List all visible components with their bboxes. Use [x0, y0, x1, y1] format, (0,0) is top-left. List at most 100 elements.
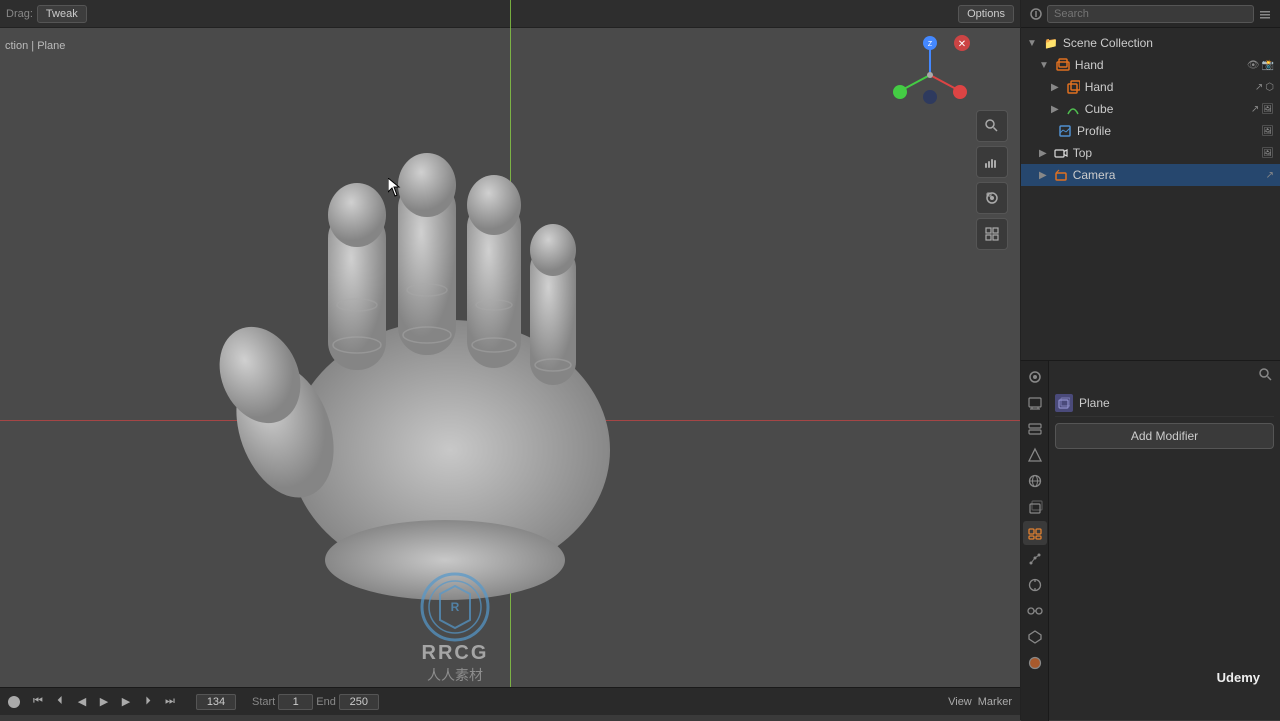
- jump-start-button[interactable]: ⏮: [28, 692, 48, 712]
- timeline-nav: View Marker: [948, 696, 1012, 708]
- outliner-hand-item[interactable]: ▼ Hand 👁 📸: [1021, 54, 1280, 76]
- drag-label: Drag:: [6, 8, 33, 20]
- frame-display: [196, 694, 236, 710]
- collection-label: Scene Collection: [1063, 36, 1274, 50]
- marker-menu[interactable]: Marker: [978, 696, 1012, 708]
- cube-item-icons: ↗ ⬡: [1255, 82, 1274, 93]
- options-button[interactable]: Options: [958, 5, 1014, 23]
- properties-tabs: [1021, 361, 1049, 721]
- outliner-cube-item[interactable]: ▶ Hand ↗ ⬡: [1021, 76, 1280, 98]
- cube-label: Hand: [1085, 80, 1251, 94]
- outliner-content: ▼ 📁 Scene Collection ▼ Hand 👁 📸 ▶ Hand: [1021, 28, 1280, 190]
- collection-icon: 📁: [1043, 35, 1059, 51]
- particles-tab[interactable]: [1023, 547, 1047, 571]
- profile-icon2: 🖼: [1261, 104, 1274, 115]
- end-frame-input[interactable]: [339, 694, 379, 710]
- render-tab[interactable]: [1023, 365, 1047, 389]
- camera-item-icons: 🖼: [1261, 148, 1274, 159]
- cube-mesh-icon: [1065, 79, 1081, 95]
- current-frame-input[interactable]: [196, 694, 236, 710]
- cube-expand-arrow: ▶: [1051, 82, 1059, 93]
- prev-keyframe-button[interactable]: ◀: [72, 692, 92, 712]
- outliner-top-item[interactable]: Profile 🖼: [1021, 120, 1280, 142]
- filter-icon: [1029, 7, 1043, 21]
- expand-arrow: ▼: [1027, 38, 1037, 49]
- object-tab[interactable]: [1023, 495, 1047, 519]
- viewport-tools: [976, 110, 1008, 250]
- grid-view-button[interactable]: [976, 218, 1008, 250]
- output-tab[interactable]: [1023, 391, 1047, 415]
- hand-model: [180, 80, 680, 600]
- world-tab[interactable]: [1023, 469, 1047, 493]
- profile-item-icons: ↗ 🖼: [1251, 104, 1274, 115]
- outliner-profile-item[interactable]: ▶ Cube ↗ 🖼: [1021, 98, 1280, 120]
- scene-collection-item[interactable]: ▼ 📁 Scene Collection: [1021, 32, 1280, 54]
- camera-icon2: 🖼: [1261, 148, 1274, 159]
- profile-curve-icon: [1065, 101, 1081, 117]
- udemy-badge: Udemy: [1217, 670, 1260, 685]
- svg-text:✕: ✕: [958, 39, 966, 50]
- hand-item-icons: 👁 📸: [1247, 60, 1274, 71]
- plane-item-icons: ↗: [1266, 170, 1274, 181]
- material-tab[interactable]: [1023, 651, 1047, 675]
- breadcrumb: ction | Plane: [5, 40, 65, 52]
- timeline: ⏮ ⏴ ◀ ▶ ▶ ⏵ ⏭ Start End View Marker: [0, 687, 1020, 715]
- view-layer-tab[interactable]: [1023, 417, 1047, 441]
- plane-expand-arrow: ▶: [1039, 170, 1047, 181]
- props-object-header: Plane: [1055, 389, 1274, 417]
- tweak-button[interactable]: Tweak: [37, 5, 87, 23]
- record-button[interactable]: [8, 696, 20, 708]
- data-tab[interactable]: [1023, 625, 1047, 649]
- properties-content: Plane Add Modifier: [1049, 361, 1280, 720]
- viewport[interactable]: Drag: Tweak Options ction | Plane: [0, 0, 1020, 715]
- props-search-icon[interactable]: [1258, 367, 1274, 383]
- camera-icon: [1053, 145, 1069, 161]
- modifier-tab[interactable]: [1023, 521, 1047, 545]
- profile-label: Cube: [1085, 102, 1247, 116]
- play-button[interactable]: ▶: [94, 692, 114, 712]
- top-label: Profile: [1077, 124, 1257, 138]
- props-object-icon: [1055, 394, 1073, 412]
- next-keyframe-button[interactable]: ▶: [116, 692, 136, 712]
- hand-label: Hand: [1075, 58, 1243, 72]
- plane-label: Camera: [1073, 168, 1262, 182]
- cube-icon2: ⬡: [1265, 82, 1274, 93]
- scene-tab[interactable]: [1023, 443, 1047, 467]
- properties-panel: Plane Add Modifier: [1020, 360, 1280, 720]
- constraints-tab[interactable]: [1023, 599, 1047, 623]
- top-icon1: 🖼: [1261, 126, 1274, 137]
- plane-icon1: ↗: [1266, 170, 1274, 181]
- hand-mesh-icon: [1055, 57, 1071, 73]
- watermark-subtext: 人人素材: [427, 665, 483, 685]
- camera-label: Top: [1073, 146, 1258, 160]
- outliner-panel: ▼ 📁 Scene Collection ▼ Hand 👁 📸 ▶ Hand: [1020, 0, 1280, 360]
- navigation-gizmo[interactable]: Z ✕: [890, 35, 970, 115]
- props-object-name: Plane: [1079, 396, 1110, 410]
- jump-end-button[interactable]: ⏭: [160, 692, 180, 712]
- watermark-text: RRCG: [422, 642, 489, 665]
- outliner-search-input[interactable]: [1047, 5, 1254, 23]
- top-item-icons: 🖼: [1261, 126, 1274, 137]
- end-label: End: [316, 696, 336, 708]
- hand-vis-icon: 👁: [1247, 60, 1260, 71]
- outliner-options-icon[interactable]: [1258, 7, 1272, 21]
- outliner-camera-item[interactable]: ▶ Top 🖼: [1021, 142, 1280, 164]
- svg-text:Z: Z: [928, 41, 933, 48]
- playback-controls: ⏮ ⏴ ◀ ▶ ▶ ⏵ ⏭: [28, 692, 180, 712]
- next-frame-button[interactable]: ⏵: [138, 692, 158, 712]
- svg-text:R: R: [451, 600, 460, 614]
- view-menu[interactable]: View: [948, 696, 972, 708]
- hand-expand-arrow: ▼: [1039, 60, 1049, 71]
- search-tool-button[interactable]: [976, 110, 1008, 142]
- camera-view-button[interactable]: [976, 182, 1008, 214]
- prev-frame-button[interactable]: ⏴: [50, 692, 70, 712]
- start-frame-input[interactable]: [278, 694, 313, 710]
- outliner-plane-item[interactable]: ▶ Camera ↗: [1021, 164, 1280, 186]
- start-label: Start: [252, 696, 275, 708]
- hand-render-icon: 📸: [1262, 60, 1274, 71]
- add-modifier-button[interactable]: Add Modifier: [1055, 423, 1274, 449]
- hand-tool-button[interactable]: [976, 146, 1008, 178]
- physics-tab[interactable]: [1023, 573, 1047, 597]
- profile-expand-arrow: ▶: [1051, 104, 1059, 115]
- cube-icon1: ↗: [1255, 82, 1263, 93]
